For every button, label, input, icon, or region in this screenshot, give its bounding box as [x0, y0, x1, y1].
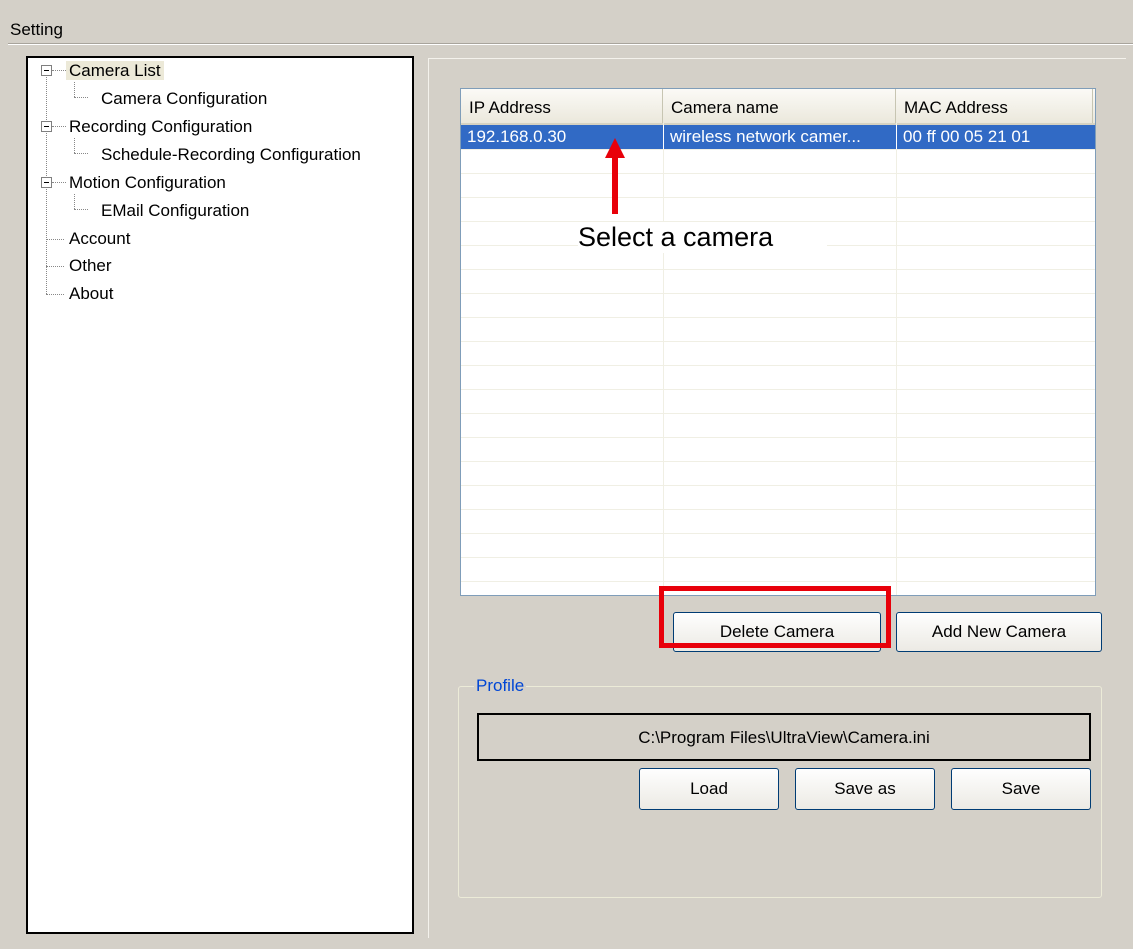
tree-connector: [74, 138, 75, 153]
tree-item-label: Recording Configuration: [69, 117, 253, 136]
title-separator: [8, 44, 1133, 45]
camera-list[interactable]: IP Address Camera name MAC Address 192.1…: [460, 88, 1096, 596]
save-as-button[interactable]: Save as: [795, 768, 935, 810]
collapse-icon[interactable]: [41, 121, 52, 132]
cell-ip-address: 192.168.0.30: [467, 127, 567, 146]
annotation-arrow-icon: [605, 138, 625, 214]
tree-connector: [52, 70, 66, 71]
empty-row: [461, 485, 1095, 510]
empty-row: [461, 317, 1095, 342]
tree-item-account[interactable]: Account: [66, 227, 133, 251]
list-header: IP Address Camera name MAC Address: [461, 89, 1095, 125]
highlight-box: [659, 586, 891, 648]
tree-item-label: EMail Configuration: [101, 201, 250, 220]
empty-row: [461, 341, 1095, 366]
tree-connector: [46, 294, 64, 295]
column-header-ip-address[interactable]: IP Address: [461, 89, 663, 123]
tree-item-label: Account: [69, 229, 131, 248]
tree-connector: [74, 153, 88, 154]
empty-row: [461, 269, 1095, 294]
tree-item-label: Other: [69, 256, 112, 275]
tree-connector: [52, 182, 66, 183]
tree-item-camera-list[interactable]: Camera List: [66, 59, 164, 83]
empty-row: [461, 413, 1095, 438]
empty-row: [461, 509, 1095, 534]
collapse-icon[interactable]: [41, 177, 52, 188]
tree-item-camera-configuration[interactable]: Camera Configuration: [98, 87, 270, 111]
save-button[interactable]: Save: [951, 768, 1091, 810]
empty-row: [461, 197, 1095, 222]
tree-connector: [74, 194, 75, 209]
column-header-camera-name[interactable]: Camera name: [663, 89, 896, 123]
annotation-text: Select a camera: [578, 222, 828, 253]
empty-row: [461, 293, 1095, 318]
tree-item-motion-configuration[interactable]: Motion Configuration: [66, 171, 229, 195]
table-row[interactable]: 192.168.0.30 wireless network camer... 0…: [461, 125, 1095, 150]
tree-item-email-configuration[interactable]: EMail Configuration: [98, 199, 252, 223]
tree-item-recording-configuration[interactable]: Recording Configuration: [66, 115, 255, 139]
empty-row: [461, 437, 1095, 462]
profile-path-field: C:\Program Files\UltraView\Camera.ini: [477, 713, 1091, 761]
cell-camera-name: wireless network camer...: [663, 125, 896, 149]
tree-connector: [74, 209, 88, 210]
tree-item-other[interactable]: Other: [66, 254, 115, 278]
cell-mac-address: 00 ff 00 05 21 01: [896, 125, 1093, 149]
tree-item-about[interactable]: About: [66, 282, 116, 306]
tree-item-schedule-recording-configuration[interactable]: Schedule-Recording Configuration: [98, 143, 364, 167]
empty-row: [461, 533, 1095, 558]
tree-connector: [46, 239, 64, 240]
add-new-camera-button[interactable]: Add New Camera: [896, 612, 1102, 652]
tree-connector: [74, 97, 88, 98]
column-header-mac-address[interactable]: MAC Address: [896, 89, 1093, 123]
load-button[interactable]: Load: [639, 768, 779, 810]
tree-item-label: About: [69, 284, 114, 303]
empty-row: [461, 389, 1095, 414]
empty-row: [461, 149, 1095, 174]
tree-item-label: Camera Configuration: [101, 89, 268, 108]
tree-connector: [74, 82, 75, 97]
tree-item-label: Camera List: [66, 61, 164, 80]
window-title: Setting: [10, 20, 63, 39]
profile-group-label: Profile: [474, 676, 527, 696]
settings-tree[interactable]: Camera List Camera Configuration Recordi…: [26, 56, 414, 934]
empty-row: [461, 461, 1095, 486]
collapse-icon[interactable]: [41, 65, 52, 76]
tree-item-label: Schedule-Recording Configuration: [101, 145, 361, 164]
tree-item-label: Motion Configuration: [69, 173, 226, 192]
empty-row: [461, 557, 1095, 582]
empty-row: [461, 173, 1095, 198]
empty-row: [461, 365, 1095, 390]
tree-connector: [52, 126, 66, 127]
tree-connector: [46, 266, 64, 267]
